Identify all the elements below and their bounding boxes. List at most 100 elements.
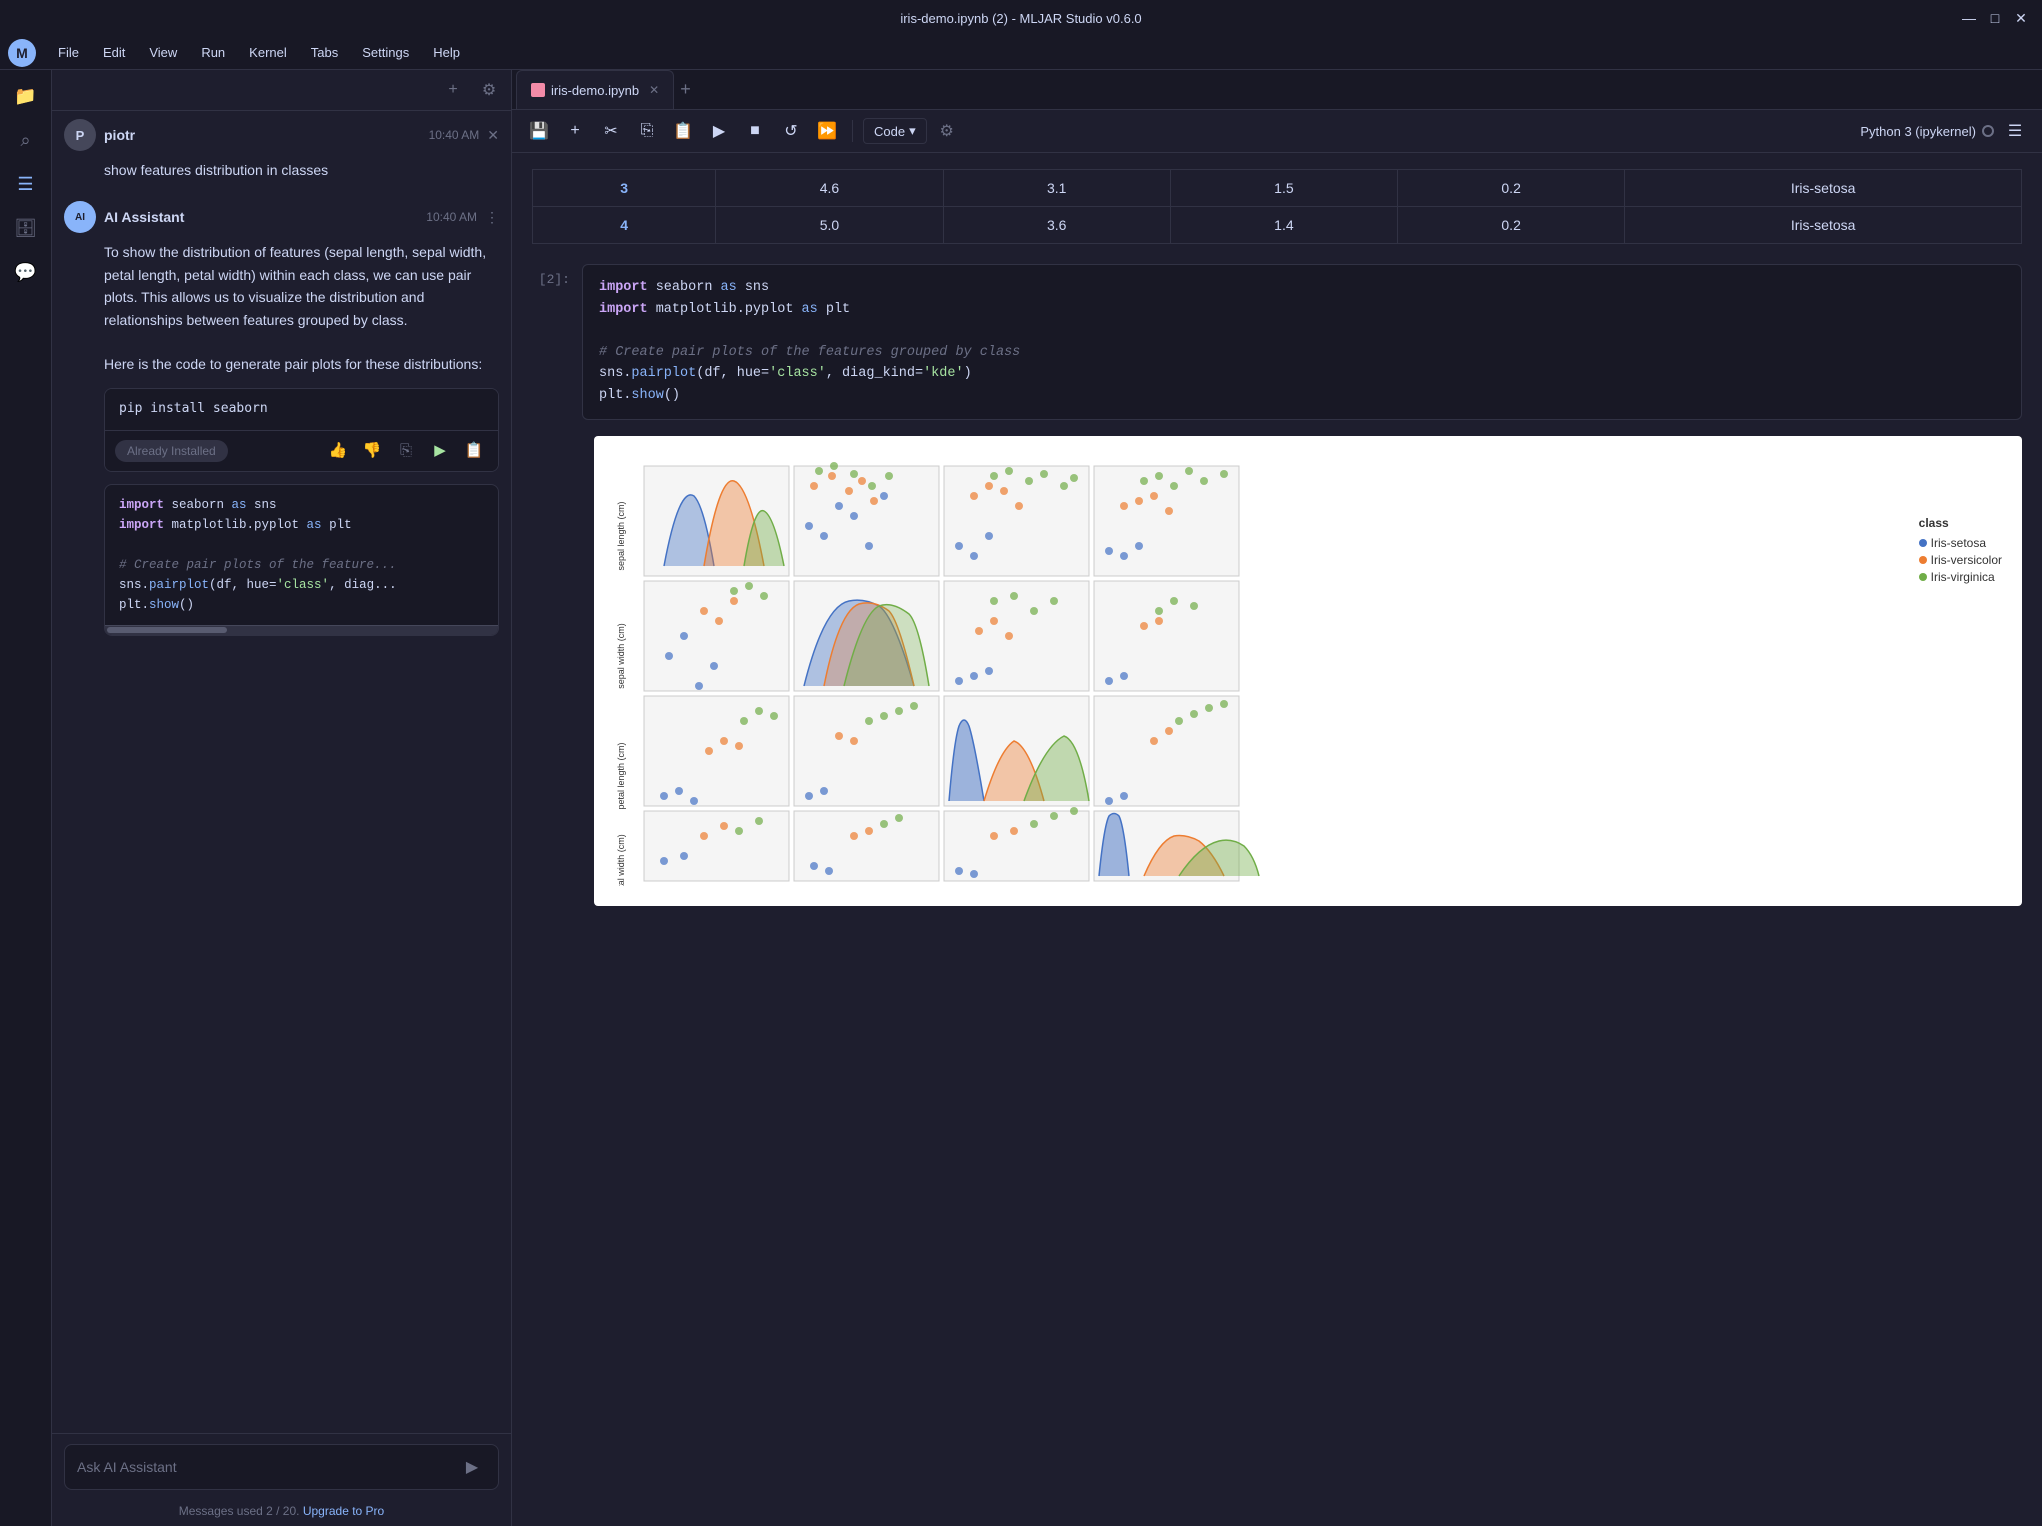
chat-input-area: ▶	[52, 1433, 511, 1500]
cell-content[interactable]: import seaborn as sns import matplotlib.…	[582, 264, 2022, 420]
notebook-toolbar: 💾 + ✂ ⎘ 📋 ▶ ■ ↺ ⏩ Code ▾ ⚙ Python 3 (ipy…	[512, 110, 2042, 153]
svg-text:sepal length (cm): sepal length (cm)	[616, 501, 626, 570]
app-logo: M	[8, 39, 36, 67]
run-button[interactable]: ▶	[426, 437, 454, 465]
kernel-info: Python 3 (ipykernel) ☰	[1860, 116, 2030, 146]
table-cell: 4.6	[716, 170, 943, 207]
message-time-ai: 10:40 AM	[426, 210, 477, 224]
copy-cell-button[interactable]: ⎘	[632, 116, 662, 146]
menu-kernel[interactable]: Kernel	[239, 41, 297, 64]
menu-edit[interactable]: Edit	[93, 41, 135, 64]
ai-message-content: To show the distribution of features (se…	[64, 241, 499, 635]
notebook-tab[interactable]: iris-demo.ipynb ✕	[516, 70, 674, 109]
menubar: M File Edit View Run Kernel Tabs Setting…	[0, 36, 2042, 70]
legend-item-versicolor: Iris-versicolor	[1919, 553, 2002, 567]
menu-file[interactable]: File	[48, 41, 89, 64]
table-cell: 1.5	[1170, 170, 1397, 207]
paste-button[interactable]: 📋	[668, 116, 698, 146]
sidebar-item-chat[interactable]: 💬	[8, 254, 44, 290]
close-button[interactable]: ✕	[2012, 9, 2030, 27]
sidebar-item-list[interactable]: ☰	[8, 166, 44, 202]
table-cell: 5.0	[716, 207, 943, 244]
pip-code-block: pip install seaborn Already Installed 👍 …	[104, 388, 499, 472]
maximize-button[interactable]: □	[1986, 9, 2004, 27]
ai-message: AI AI Assistant 10:40 AM ⋮ To show the d…	[64, 201, 499, 635]
sidebar-item-files[interactable]: 📁	[8, 78, 44, 114]
tab-icon	[531, 83, 545, 97]
thumbs-up-button[interactable]: 👍	[324, 437, 352, 465]
user-message-content: show features distribution in classes	[64, 159, 499, 181]
menu-help[interactable]: Help	[423, 41, 470, 64]
cut-button[interactable]: ✂	[596, 116, 626, 146]
clipboard-button[interactable]: 📋	[460, 437, 488, 465]
code-scrollbar[interactable]	[105, 625, 498, 635]
user-message: P piotr 10:40 AM ✕ show features distrib…	[64, 119, 499, 181]
message-header-user: P piotr 10:40 AM ✕	[64, 119, 499, 151]
ai-message-options[interactable]: ⋮	[485, 209, 499, 226]
chat-send-button[interactable]: ▶	[458, 1453, 486, 1481]
avatar-user: P	[64, 119, 96, 151]
sidebar-icons: 📁 ⌕ ☰ 🗄 💬	[0, 70, 52, 1526]
add-chat-button[interactable]: +	[439, 76, 467, 104]
code-scrollbar-thumb	[107, 627, 227, 633]
menu-run[interactable]: Run	[191, 41, 235, 64]
settings-icon[interactable]: ⚙	[933, 117, 961, 145]
table-cell: 0.2	[1398, 207, 1625, 244]
sidebar-item-database[interactable]: 🗄	[8, 210, 44, 246]
legend-dot-virginica	[1919, 573, 1927, 581]
table-cell: 1.4	[1170, 207, 1397, 244]
legend-title: class	[1919, 516, 2002, 530]
restart-button[interactable]: ↺	[776, 116, 806, 146]
chat-footer: Messages used 2 / 20. Upgrade to Pro	[52, 1500, 511, 1526]
close-user-message[interactable]: ✕	[487, 127, 499, 144]
data-table: 3 4.6 3.1 1.5 0.2 Iris-setosa 4 5.0 3.6 …	[532, 169, 2022, 244]
sidebar-item-search[interactable]: ⌕	[8, 122, 44, 158]
svg-text:petal length (cm): petal length (cm)	[616, 742, 626, 809]
chat-messages: P piotr 10:40 AM ✕ show features distrib…	[52, 111, 511, 1433]
stop-button[interactable]: ■	[740, 116, 770, 146]
pip-code-content: pip install seaborn	[105, 389, 498, 430]
add-cell-button[interactable]: +	[560, 116, 590, 146]
table-row: 3 4.6 3.1 1.5 0.2 Iris-setosa	[533, 170, 2022, 207]
kernel-menu-icon[interactable]: ☰	[2000, 116, 2030, 146]
chat-input[interactable]	[77, 1459, 450, 1475]
tab-label: iris-demo.ipynb	[551, 83, 639, 98]
legend-item-setosa: Iris-setosa	[1919, 536, 2002, 550]
upgrade-link[interactable]: Upgrade to Pro	[303, 1504, 384, 1518]
minimize-button[interactable]: —	[1960, 9, 1978, 27]
tab-close-button[interactable]: ✕	[649, 83, 659, 97]
chat-settings-button[interactable]: ⚙	[475, 76, 503, 104]
code-cell-2: [2]: import seaborn as sns import matplo…	[532, 264, 2022, 420]
message-time-user: 10:40 AM	[429, 128, 480, 142]
add-tab-button[interactable]: +	[674, 73, 697, 106]
chat-panel: + ⚙ P piotr 10:40 AM ✕ show features dis…	[52, 70, 512, 1526]
sender-ai: AI Assistant	[104, 209, 184, 225]
menu-tabs[interactable]: Tabs	[301, 41, 348, 64]
svg-text:sepal width (cm): sepal width (cm)	[616, 623, 626, 689]
save-button[interactable]: 💾	[524, 116, 554, 146]
main-layout: 📁 ⌕ ☰ 🗄 💬 + ⚙ P piotr 10:40 AM ✕ show fe…	[0, 70, 2042, 1526]
copy-button[interactable]: ⎘	[392, 437, 420, 465]
already-installed-button[interactable]: Already Installed	[115, 440, 228, 462]
table-cell: 4	[533, 207, 716, 244]
message-header-ai: AI AI Assistant 10:40 AM ⋮	[64, 201, 499, 233]
chat-panel-header: + ⚙	[52, 70, 511, 111]
legend-item-virginica: Iris-virginica	[1919, 570, 2002, 584]
legend-dot-versicolor	[1919, 556, 1927, 564]
toolbar-divider	[852, 120, 853, 142]
thumbs-down-button[interactable]: 👎	[358, 437, 386, 465]
cell-type-select[interactable]: Code ▾	[863, 118, 927, 144]
menu-view[interactable]: View	[139, 41, 187, 64]
plot-legend: class Iris-setosa Iris-versicolor Iris-v…	[1919, 456, 2002, 587]
run-cell-button[interactable]: ▶	[704, 116, 734, 146]
menu-settings[interactable]: Settings	[352, 41, 419, 64]
sender-user: piotr	[104, 127, 135, 143]
table-cell-class: Iris-setosa	[1625, 170, 2022, 207]
cell-number: [2]:	[532, 264, 582, 420]
kernel-status-icon	[1982, 125, 1994, 137]
notebook-area: iris-demo.ipynb ✕ + 💾 + ✂ ⎘ 📋 ▶ ■ ↺ ⏩ Co…	[512, 70, 2042, 1526]
table-cell: 3	[533, 170, 716, 207]
code-block-large: import seaborn as sns import matplotlib.…	[104, 484, 499, 636]
restart-run-button[interactable]: ⏩	[812, 116, 842, 146]
pairplot-svg: sepal length (cm) sepal width (cm) petal…	[614, 456, 1264, 886]
